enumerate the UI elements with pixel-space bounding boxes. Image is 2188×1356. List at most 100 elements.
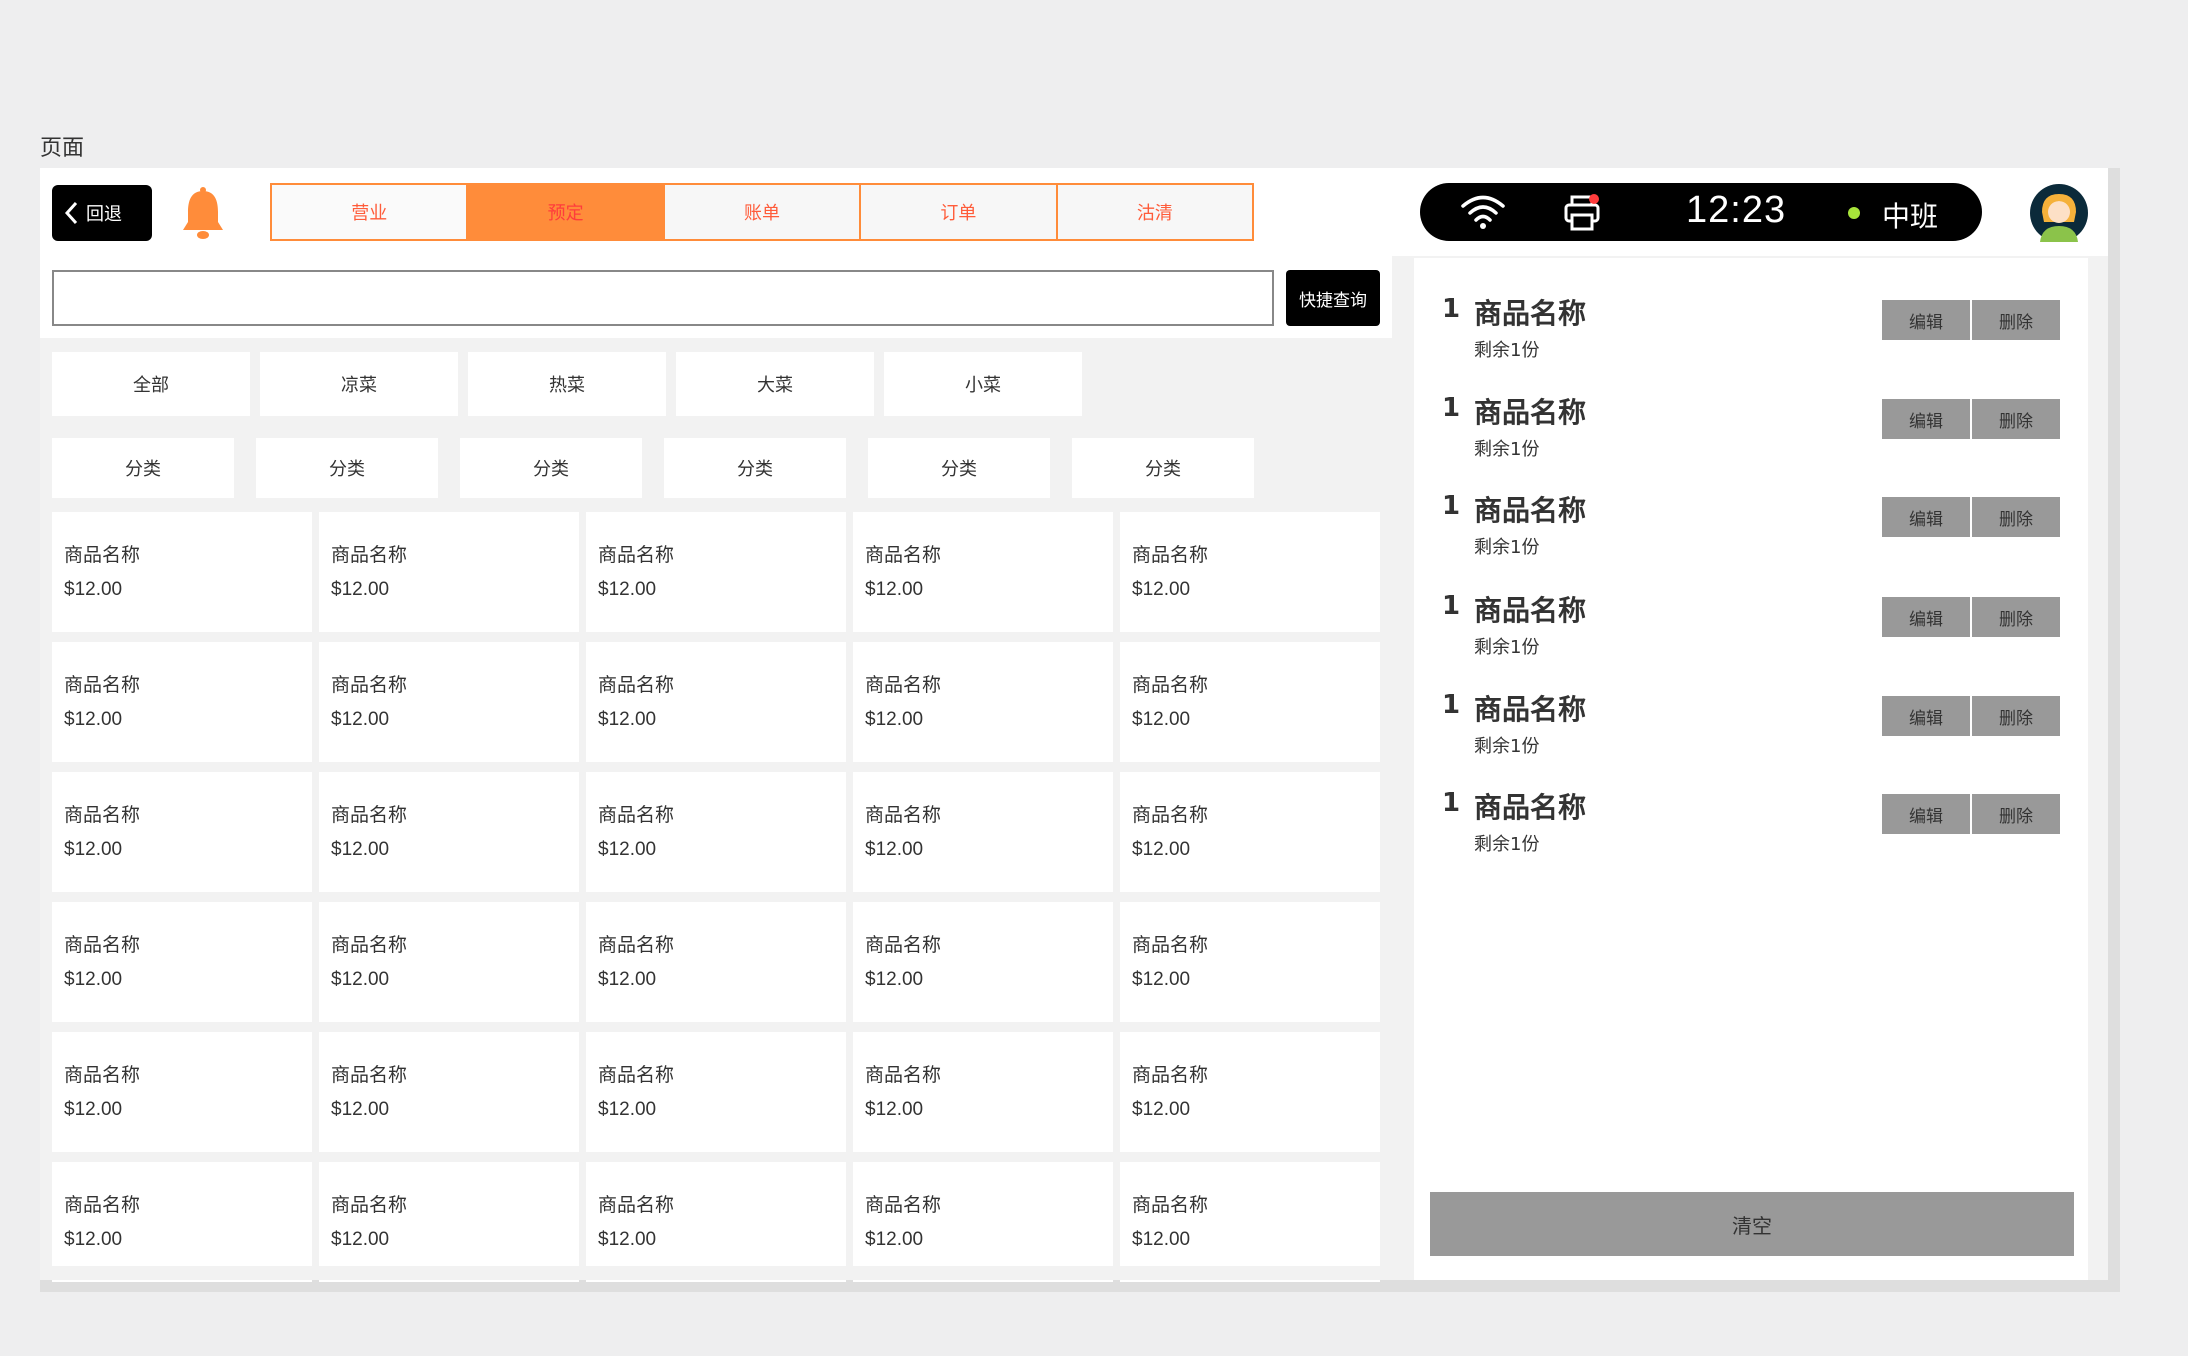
tab-business[interactable]: 营业 (272, 185, 469, 239)
edit-button[interactable]: 编辑 (1882, 399, 1970, 439)
edit-button[interactable]: 编辑 (1882, 597, 1970, 637)
product-card[interactable]: 商品名称 $12.00 (319, 1162, 579, 1282)
tab-reservation[interactable]: 预定 (468, 185, 665, 239)
product-card[interactable]: 商品名称 $12.00 (586, 1162, 846, 1282)
edit-button[interactable]: 编辑 (1882, 300, 1970, 340)
product-card[interactable]: 商品名称 $12.00 (853, 1032, 1113, 1152)
tab-sold-out[interactable]: 沽清 (1057, 185, 1253, 239)
subcategory-item[interactable]: 分类 (868, 438, 1050, 498)
product-price: $12.00 (865, 969, 924, 990)
category-hot[interactable]: 热菜 (468, 352, 666, 416)
subcategory-item[interactable]: 分类 (256, 438, 438, 498)
product-card[interactable]: 商品名称 $12.00 (52, 1032, 312, 1152)
product-card[interactable]: 商品名称 $12.00 (853, 512, 1113, 632)
product-card[interactable]: 商品名称 $12.00 (586, 512, 846, 632)
search-input[interactable] (52, 270, 1274, 326)
product-card[interactable]: 商品名称 $12.00 (52, 902, 312, 1022)
wifi-icon (1461, 195, 1505, 229)
product-price: $12.00 (64, 1099, 123, 1120)
product-card[interactable]: 商品名称 $12.00 (319, 1032, 579, 1152)
subcategory-item[interactable]: 分类 (1072, 438, 1254, 498)
category-main[interactable]: 大菜 (676, 352, 874, 416)
category-side[interactable]: 小菜 (884, 352, 1082, 416)
product-name: 商品名称 (598, 544, 675, 566)
order-item-name: 商品名称 (1474, 494, 1587, 527)
product-grid: 商品名称 $12.00 商品名称 $12.00 商品名称 $12.00 商品名称 $12.00… (52, 512, 1382, 1282)
product-name: 商品名称 (64, 934, 141, 956)
search-panel: 快捷查询 (40, 256, 1392, 338)
main-tabs: 营业 预定 账单 订单 沽清 (270, 183, 1254, 241)
delete-button[interactable]: 删除 (1972, 399, 2060, 439)
product-price: $12.00 (331, 709, 390, 730)
category-cold[interactable]: 凉菜 (260, 352, 458, 416)
category-all[interactable]: 全部 (52, 352, 250, 416)
product-price: $12.00 (598, 969, 657, 990)
delete-button[interactable]: 删除 (1972, 597, 2060, 637)
order-item-name: 商品名称 (1474, 297, 1587, 330)
product-name: 商品名称 (1132, 1194, 1209, 1216)
edit-button[interactable]: 编辑 (1882, 696, 1970, 736)
order-item-remaining: 剩余1份 (1474, 340, 1540, 361)
product-name: 商品名称 (331, 1194, 408, 1216)
product-card[interactable]: 商品名称 $12.00 (586, 1032, 846, 1152)
tab-orders[interactable]: 订单 (861, 185, 1058, 239)
order-item-name: 商品名称 (1474, 396, 1587, 429)
product-price: $12.00 (64, 709, 123, 730)
product-name: 商品名称 (598, 934, 675, 956)
delete-button[interactable]: 删除 (1972, 696, 2060, 736)
delete-button[interactable]: 删除 (1972, 497, 2060, 537)
product-card[interactable]: 商品名称 $12.00 (853, 772, 1113, 892)
subcategory-item[interactable]: 分类 (664, 438, 846, 498)
product-name: 商品名称 (598, 804, 675, 826)
product-card[interactable]: 商品名称 $12.00 (319, 512, 579, 632)
product-card[interactable]: 商品名称 $12.00 (52, 772, 312, 892)
product-name: 商品名称 (1132, 804, 1209, 826)
product-card[interactable]: 商品名称 $12.00 (52, 642, 312, 762)
product-name: 商品名称 (598, 1064, 675, 1086)
top-header: 回退 营业 预定 账单 订单 沽清 12:23 中班 (40, 168, 2108, 256)
user-avatar[interactable] (2030, 184, 2088, 242)
order-item-remaining: 剩余1份 (1474, 736, 1540, 757)
product-card[interactable]: 商品名称 $12.00 (1120, 772, 1380, 892)
product-card[interactable]: 商品名称 $12.00 (1120, 512, 1380, 632)
quick-search-button[interactable]: 快捷查询 (1286, 270, 1380, 326)
product-card[interactable]: 商品名称 $12.00 (52, 512, 312, 632)
product-name: 商品名称 (331, 934, 408, 956)
product-price: $12.00 (1132, 839, 1191, 860)
bell-icon[interactable] (180, 186, 226, 240)
product-price: $12.00 (64, 579, 123, 600)
product-name: 商品名称 (865, 1064, 942, 1086)
product-card[interactable]: 商品名称 $12.00 (1120, 642, 1380, 762)
product-card[interactable]: 商品名称 $12.00 (853, 642, 1113, 762)
printer-icon[interactable] (1562, 193, 1602, 233)
subcategory-item[interactable]: 分类 (460, 438, 642, 498)
subcategory-item[interactable]: 分类 (52, 438, 234, 498)
order-item-remaining: 剩余1份 (1474, 439, 1540, 460)
product-card[interactable]: 商品名称 $12.00 (319, 772, 579, 892)
product-card[interactable]: 商品名称 $12.00 (1120, 902, 1380, 1022)
product-card[interactable]: 商品名称 $12.00 (1120, 1162, 1380, 1282)
product-card[interactable]: 商品名称 $12.00 (853, 1162, 1113, 1282)
product-card[interactable]: 商品名称 $12.00 (586, 642, 846, 762)
tab-bills[interactable]: 账单 (664, 185, 862, 239)
back-button[interactable]: 回退 (52, 185, 152, 241)
product-price: $12.00 (1132, 969, 1191, 990)
product-name: 商品名称 (64, 804, 141, 826)
product-card[interactable]: 商品名称 $12.00 (319, 902, 579, 1022)
product-name: 商品名称 (1132, 1064, 1209, 1086)
delete-button[interactable]: 删除 (1972, 300, 2060, 340)
product-price: $12.00 (865, 1099, 924, 1120)
product-card[interactable]: 商品名称 $12.00 (853, 902, 1113, 1022)
product-card[interactable]: 商品名称 $12.00 (52, 1162, 312, 1282)
edit-button[interactable]: 编辑 (1882, 497, 1970, 537)
product-card[interactable]: 商品名称 $12.00 (586, 902, 846, 1022)
order-item-remaining: 剩余1份 (1474, 637, 1540, 658)
product-card[interactable]: 商品名称 $12.00 (1120, 1032, 1380, 1152)
clear-order-button[interactable]: 清空 (1430, 1192, 2074, 1256)
product-card[interactable]: 商品名称 $12.00 (586, 772, 846, 892)
order-item: 1 商品名称 剩余1份 编辑 删除 (1442, 688, 2072, 768)
product-card[interactable]: 商品名称 $12.00 (319, 642, 579, 762)
delete-button[interactable]: 删除 (1972, 794, 2060, 834)
edit-button[interactable]: 编辑 (1882, 794, 1970, 834)
product-name: 商品名称 (1132, 674, 1209, 696)
